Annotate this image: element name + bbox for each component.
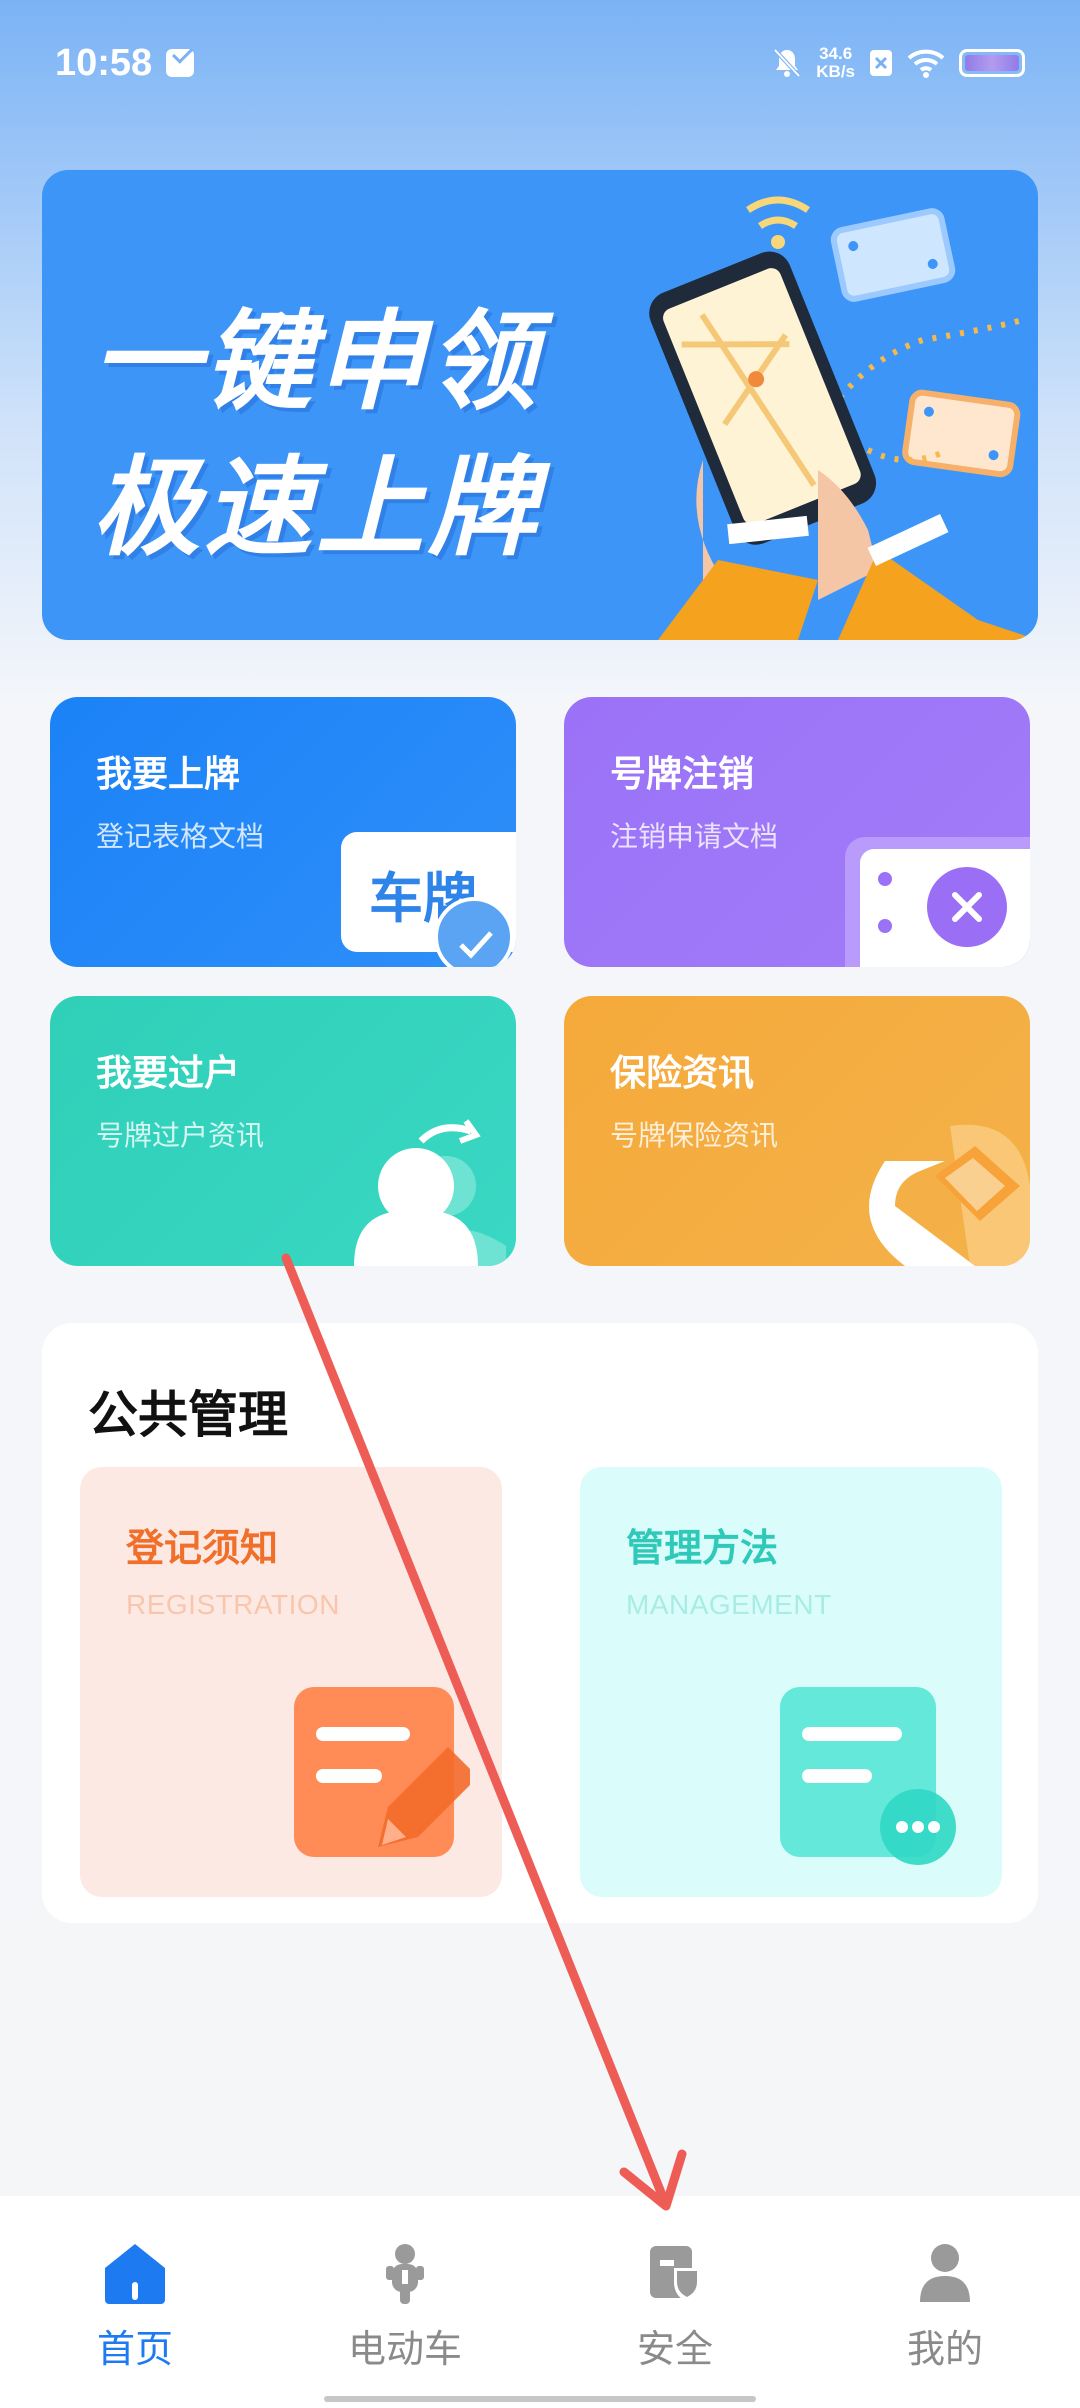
person-icon: [920, 2244, 970, 2302]
tile-title: 保险资讯: [610, 1053, 755, 1094]
tile-title: 我要过户: [96, 1053, 241, 1094]
mute-bell-icon: [772, 47, 802, 79]
notification-mail-icon: [166, 49, 195, 77]
scooter-icon: [386, 2244, 424, 2304]
card-title: 登记须知: [126, 1526, 279, 1570]
network-speed-value: 34.6: [819, 44, 853, 63]
phone-license-plate-illustration: [649, 196, 1038, 640]
home-indicator[interactable]: [324, 2396, 756, 2402]
status-time: 10:58: [55, 41, 153, 84]
banner-line-1: 一键申领: [92, 300, 541, 425]
tile-transfer-ownership[interactable]: 我要过户 号牌过户资讯: [50, 996, 516, 1266]
tile-subtitle: 注销申请文档: [610, 820, 779, 853]
card-management-methods[interactable]: 管理方法 MANAGEMENT: [580, 1467, 1002, 1897]
insurance-hand-icon: [869, 1124, 1030, 1266]
card-subtitle: MANAGEMENT: [626, 1589, 832, 1620]
document-chat-icon: [780, 1687, 956, 1865]
tile-register-plate[interactable]: 我要上牌 登记表格文档 车牌: [50, 697, 516, 967]
license-plate-check-icon: 车牌: [341, 832, 516, 967]
wifi-icon: [907, 48, 945, 78]
card-registration-notice[interactable]: 登记须知 REGISTRATION: [80, 1467, 502, 1897]
promo-banner[interactable]: 一键申领 极速上牌: [42, 170, 1038, 640]
transfer-person-icon: [354, 1119, 506, 1266]
tile-title: 号牌注销: [610, 754, 755, 795]
tab-safety[interactable]: 安全: [540, 2196, 810, 2408]
tab-home[interactable]: 首页: [0, 2196, 270, 2408]
sim-off-icon: [869, 49, 893, 77]
tile-title: 我要上牌: [96, 754, 241, 795]
banner-headline: 一键申领 极速上牌: [92, 290, 540, 582]
status-bar: 10:58 34.6 KB/s: [0, 0, 1080, 126]
tab-label: 首页: [96, 2327, 173, 2371]
battery-icon: [959, 49, 1025, 77]
card-subtitle: REGISTRATION: [126, 1589, 340, 1620]
status-indicators: 34.6 KB/s: [772, 45, 1025, 81]
bottom-tab-bar: 首页 电动车 安全 我的: [0, 2196, 1080, 2408]
tab-electric-vehicle[interactable]: 电动车: [270, 2196, 540, 2408]
cancel-plate-icon: [845, 837, 1030, 967]
network-speed: 34.6 KB/s: [816, 45, 855, 81]
document-pencil-icon: [294, 1687, 470, 1857]
tab-label: 安全: [636, 2327, 713, 2371]
tab-mine[interactable]: 我的: [810, 2196, 1080, 2408]
tile-subtitle: 号牌过户资讯: [96, 1119, 265, 1152]
section-title: 公共管理: [88, 1386, 288, 1444]
home-icon: [105, 2244, 165, 2304]
tile-cancel-plate[interactable]: 号牌注销 注销申请文档: [564, 697, 1030, 967]
card-title: 管理方法: [626, 1526, 779, 1570]
tab-label: 电动车: [347, 2327, 462, 2371]
tab-label: 我的: [906, 2327, 983, 2371]
public-management-panel: 公共管理 登记须知 REGISTRATION 管理方法 MANAGEMENT: [42, 1323, 1038, 1923]
shield-document-icon: [650, 2246, 700, 2302]
tile-subtitle: 号牌保险资讯: [610, 1119, 779, 1152]
tile-subtitle: 登记表格文档: [96, 820, 265, 853]
network-speed-unit: KB/s: [816, 62, 855, 81]
banner-line-2: 极速上牌: [92, 446, 541, 571]
tile-insurance-info[interactable]: 保险资讯 号牌保险资讯: [564, 996, 1030, 1266]
